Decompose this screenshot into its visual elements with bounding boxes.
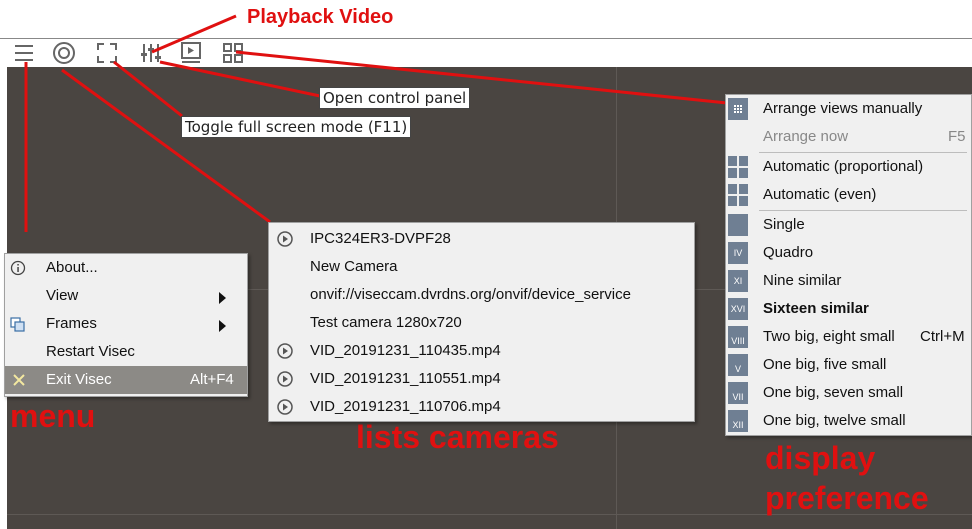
- one-big-five-icon: V: [728, 354, 748, 376]
- one-big-seven-icon: VII: [728, 382, 748, 404]
- layout-item-one-big-twelve[interactable]: XII One big, twelve small: [726, 407, 971, 435]
- hamburger-icon[interactable]: [11, 40, 37, 66]
- layout-item-label: Nine similar: [763, 272, 842, 289]
- menu-item-label: Frames: [46, 315, 97, 332]
- camera-item[interactable]: Test camera 1280x720: [269, 309, 694, 337]
- layout-item-shortcut: F5: [948, 128, 966, 145]
- submenu-arrow-icon: [219, 320, 226, 332]
- layout-item-label: Automatic (proportional): [763, 158, 924, 175]
- camera-item-label: onvif://viseccam.dvrdns.org/onvif/device…: [310, 286, 631, 303]
- layout-item-label: Sixteen similar: [763, 300, 869, 317]
- tooltip-fullscreen: Toggle full screen mode (F11): [181, 116, 412, 138]
- menu-item-label: Exit Visec: [46, 371, 112, 388]
- camera-item[interactable]: onvif://viseccam.dvrdns.org/onvif/device…: [269, 281, 694, 309]
- nine-icon: XI: [728, 270, 748, 292]
- layout-item-label: Automatic (even): [763, 186, 877, 203]
- layout-item-label: Single: [763, 216, 805, 233]
- annotation-preference: preference: [765, 480, 929, 516]
- layout-item-label: One big, five small: [763, 356, 887, 373]
- playback-icon[interactable]: [178, 40, 204, 66]
- info-icon: [10, 260, 26, 276]
- annotation-playback: Playback Video: [247, 6, 394, 28]
- main-menu: About... View Frames Restart Visec Exit …: [4, 253, 248, 397]
- menu-item-view[interactable]: View: [5, 282, 247, 310]
- close-icon: [13, 374, 25, 386]
- menu-item-label: About...: [46, 259, 98, 276]
- submenu-arrow-icon: [219, 292, 226, 304]
- annotation-cameras: lists cameras: [356, 419, 559, 455]
- play-circle-icon: [277, 343, 293, 359]
- layout-item-label: Quadro: [763, 244, 814, 261]
- menu-item-restart[interactable]: Restart Visec: [5, 338, 247, 366]
- layout-item-sixteen[interactable]: XVI Sixteen similar: [726, 295, 971, 323]
- camera-item[interactable]: VID_20191231_110706.mp4: [269, 393, 694, 421]
- fullscreen-icon[interactable]: [94, 40, 120, 66]
- layout-menu: Arrange views manually Arrange now F5 Au…: [725, 94, 972, 436]
- menu-item-frames[interactable]: Frames: [5, 310, 247, 338]
- camera-item-label: IPC324ER3-DVPF28: [310, 230, 451, 247]
- layout-item-label: One big, twelve small: [763, 412, 906, 429]
- menu-item-label: View: [46, 287, 79, 304]
- play-circle-icon: [277, 399, 293, 415]
- auto-grid-icon: [728, 184, 748, 206]
- toolbar: [0, 0, 972, 67]
- quadro-icon: IV: [728, 242, 748, 264]
- sixteen-icon: XVI: [728, 298, 748, 320]
- sliders-icon[interactable]: [138, 40, 164, 66]
- camera-item-label: VID_20191231_110435.mp4: [310, 342, 501, 359]
- layout-item-label: Arrange views manually: [763, 100, 923, 117]
- two-big-icon: VIII: [728, 326, 748, 348]
- layout-item-auto-even[interactable]: Automatic (even): [726, 181, 971, 209]
- annotation-display: display: [765, 440, 876, 476]
- camera-target-icon[interactable]: [51, 40, 77, 66]
- layout-item-quadro[interactable]: IV Quadro: [726, 239, 971, 267]
- camera-item[interactable]: VID_20191231_110551.mp4: [269, 365, 694, 393]
- layout-item-single[interactable]: Single: [726, 211, 971, 239]
- manual-arrange-icon: [728, 98, 748, 120]
- camera-item-label: VID_20191231_110706.mp4: [310, 398, 501, 415]
- menu-item-exit[interactable]: Exit Visec Alt+F4: [5, 366, 247, 394]
- menu-item-shortcut: Alt+F4: [190, 371, 234, 388]
- menu-item-label: Restart Visec: [46, 343, 135, 360]
- layout-item-one-big-five[interactable]: V One big, five small: [726, 351, 971, 379]
- play-circle-icon: [277, 371, 293, 387]
- camera-item[interactable]: New Camera: [269, 253, 694, 281]
- layout-item-two-big[interactable]: VIII Two big, eight small Ctrl+M: [726, 323, 971, 351]
- camera-item-label: VID_20191231_110551.mp4: [310, 370, 501, 387]
- tooltip-control-panel: Open control panel: [319, 87, 471, 109]
- camera-item-label: New Camera: [310, 258, 398, 275]
- layout-item-label: One big, seven small: [763, 384, 904, 401]
- layout-item-nine[interactable]: XI Nine similar: [726, 267, 971, 295]
- layout-item-one-big-seven[interactable]: VII One big, seven small: [726, 379, 971, 407]
- layout-item-shortcut: Ctrl+M: [920, 328, 965, 345]
- grid-layout-icon[interactable]: [220, 40, 246, 66]
- menu-item-about[interactable]: About...: [5, 254, 247, 282]
- layout-item-label: Two big, eight small: [763, 328, 895, 345]
- auto-grid-icon: [728, 156, 748, 178]
- layout-item-manual[interactable]: Arrange views manually: [726, 95, 971, 123]
- toolbar-divider: [0, 38, 972, 39]
- layout-item-arrange-now[interactable]: Arrange now F5: [726, 123, 971, 151]
- frames-icon: [10, 317, 25, 332]
- annotation-menu: menu: [10, 398, 96, 434]
- play-circle-icon: [277, 231, 293, 247]
- camera-menu: IPC324ER3-DVPF28 New Camera onvif://vise…: [268, 222, 695, 422]
- layout-item-auto-proportional[interactable]: Automatic (proportional): [726, 153, 971, 181]
- one-big-twelve-icon: XII: [728, 410, 748, 432]
- camera-item[interactable]: VID_20191231_110435.mp4: [269, 337, 694, 365]
- camera-item[interactable]: IPC324ER3-DVPF28: [269, 225, 694, 253]
- layout-item-label: Arrange now: [763, 128, 849, 145]
- camera-item-label: Test camera 1280x720: [310, 314, 462, 331]
- single-view-icon: [728, 214, 748, 236]
